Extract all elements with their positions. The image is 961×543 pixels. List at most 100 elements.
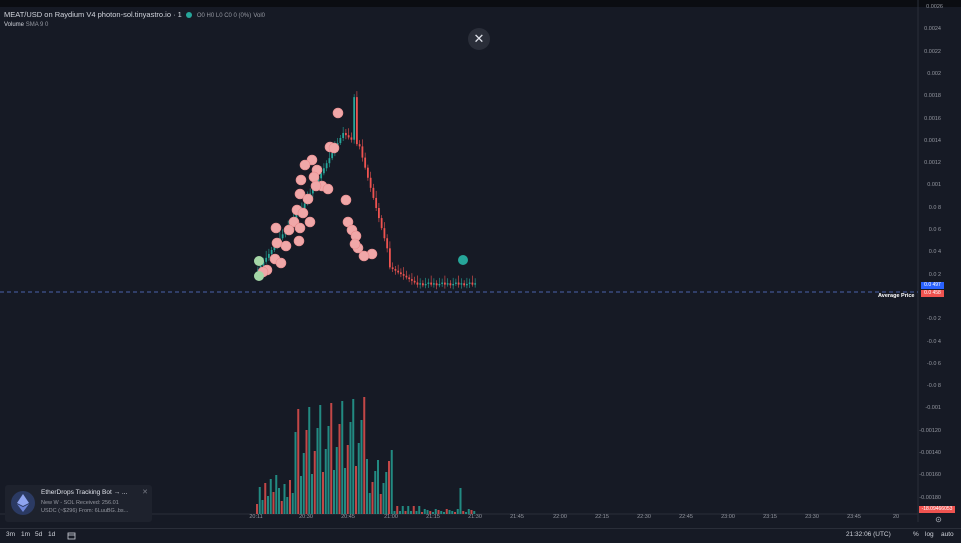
candle-body — [466, 283, 468, 286]
price-tick-label: 0.001 — [927, 182, 941, 189]
volume-bar — [341, 401, 344, 514]
candle-body — [446, 283, 449, 285]
volume-bar — [401, 506, 404, 514]
price-tick-label: 0.0 2 — [928, 271, 941, 278]
candle-body — [380, 218, 383, 229]
candle-body — [419, 283, 422, 285]
candle-body — [347, 135, 350, 138]
log-toggle[interactable]: log — [925, 531, 934, 538]
sell-trade-marker — [340, 194, 352, 206]
candle-body — [389, 248, 391, 268]
toast-close-icon[interactable]: ✕ — [142, 488, 148, 496]
volume-bar — [280, 501, 283, 514]
sell-trade-marker — [332, 107, 344, 119]
candle-body — [444, 282, 446, 285]
range-1m[interactable]: 1m — [21, 531, 30, 538]
candle-body — [350, 137, 353, 140]
candle-body — [411, 279, 413, 281]
date-range-icon[interactable] — [67, 531, 76, 542]
symbol-title[interactable]: MEAT/USD on Raydium V4 photon-sol.tinyas… — [4, 10, 182, 19]
toast-line-2: USDC (~$296) From: 6LuuBG..bs... — [41, 508, 129, 514]
candle-body — [339, 138, 342, 144]
candle-body — [471, 282, 474, 285]
volume-bar — [333, 470, 335, 514]
price-tick-label: -0.0 2 — [926, 316, 941, 323]
ohlc-values: O0 H0 L0 C0 0 (0%) — [196, 13, 252, 19]
candle-body — [331, 153, 334, 159]
price-tick-label: -0.0 6 — [926, 360, 941, 367]
candle-body — [345, 132, 347, 136]
volume-inline: Vol0 — [253, 13, 265, 19]
volume-bar — [324, 449, 327, 514]
time-tick-label: 22:30 — [637, 514, 651, 520]
candle-body — [402, 274, 405, 276]
volume-bar — [278, 488, 280, 514]
close-button[interactable]: ✕ — [468, 28, 490, 50]
volume-title[interactable]: Volume — [4, 22, 24, 28]
candle-body — [378, 208, 380, 219]
volume-bar — [368, 493, 371, 514]
range-5d[interactable]: 5d — [35, 531, 42, 538]
volume-value-tag: -18.09466053 — [919, 506, 955, 513]
candle-body — [367, 167, 369, 178]
candle-body — [449, 283, 452, 286]
sell-trade-marker — [283, 224, 295, 236]
volume-bar — [291, 493, 294, 514]
time-tick-label: 21:15 — [426, 514, 440, 520]
sell-trade-marker — [271, 237, 283, 249]
price-axis[interactable]: 0.0026 0.0024 0.0022 0.002 0.0018 0.0016 0.001… — [918, 0, 961, 522]
price-tick-label: 0.0026 — [926, 4, 943, 10]
average-price-tag: 0.0 458 — [921, 290, 944, 297]
toast-line-1: New W - SOL Received: 256.01 — [41, 500, 119, 506]
volume-bar — [335, 447, 338, 514]
bottom-toolbar: 3m 1m 5d 1d 21:32:06 (UTC) % log auto — [0, 528, 961, 543]
sell-trade-marker — [299, 159, 311, 171]
range-3m[interactable]: 3m — [6, 531, 15, 538]
candle-body — [413, 280, 416, 283]
auto-toggle[interactable]: auto — [941, 531, 954, 538]
volume-bar — [382, 483, 385, 514]
volume-bar — [256, 504, 258, 514]
price-tick-label: 0.0024 — [924, 26, 941, 33]
volume-bar — [346, 445, 349, 514]
volume-bar — [308, 407, 311, 514]
volume-bar — [363, 397, 366, 514]
time-tick-label: 20:11 — [249, 514, 263, 520]
sell-trade-marker — [302, 193, 314, 205]
volume-legend: Volume SMA 9 0 — [4, 22, 48, 28]
candle-body — [463, 283, 466, 286]
candle-body — [358, 144, 361, 147]
volume-bar — [418, 506, 421, 514]
sell-trade-marker — [293, 235, 305, 247]
sell-trade-marker — [304, 216, 316, 228]
range-1d[interactable]: 1d — [48, 531, 55, 538]
price-tick-label: 0.0016 — [924, 115, 941, 122]
time-tick-label: 21:45 — [510, 514, 524, 520]
candle-body — [268, 253, 270, 258]
candle-body — [438, 283, 441, 286]
volume-bar — [289, 480, 291, 514]
notification-toast[interactable]: EtherDrops Tracking Bot → ... New W - SO… — [5, 485, 152, 522]
candle-body — [391, 267, 394, 270]
price-tick-label: 0.0 4 — [928, 249, 941, 256]
percent-toggle[interactable]: % — [913, 531, 919, 538]
buy-trade-marker — [254, 271, 264, 281]
candle-body — [427, 282, 430, 284]
price-chart[interactable] — [0, 0, 961, 522]
volume-bar — [322, 472, 324, 514]
volume-params: SMA 9 — [25, 22, 44, 28]
sell-trade-marker — [294, 222, 306, 234]
volume-bar — [319, 405, 322, 514]
candle-body — [356, 97, 358, 145]
volume-bar — [344, 468, 346, 514]
price-tick-label: 0.002 — [927, 70, 941, 77]
sell-trade-marker — [295, 174, 307, 186]
clock-utc[interactable]: 21:32:06 (UTC) — [846, 531, 891, 538]
price-tick-label: 0.0014 — [924, 137, 941, 144]
volume-bar — [371, 482, 374, 514]
time-tick-label: 20:30 — [299, 514, 313, 520]
time-tick-label: 23:30 — [805, 514, 819, 520]
candle-body — [372, 187, 375, 198]
volume-bar — [283, 484, 286, 514]
settings-gear-icon[interactable] — [935, 515, 942, 526]
